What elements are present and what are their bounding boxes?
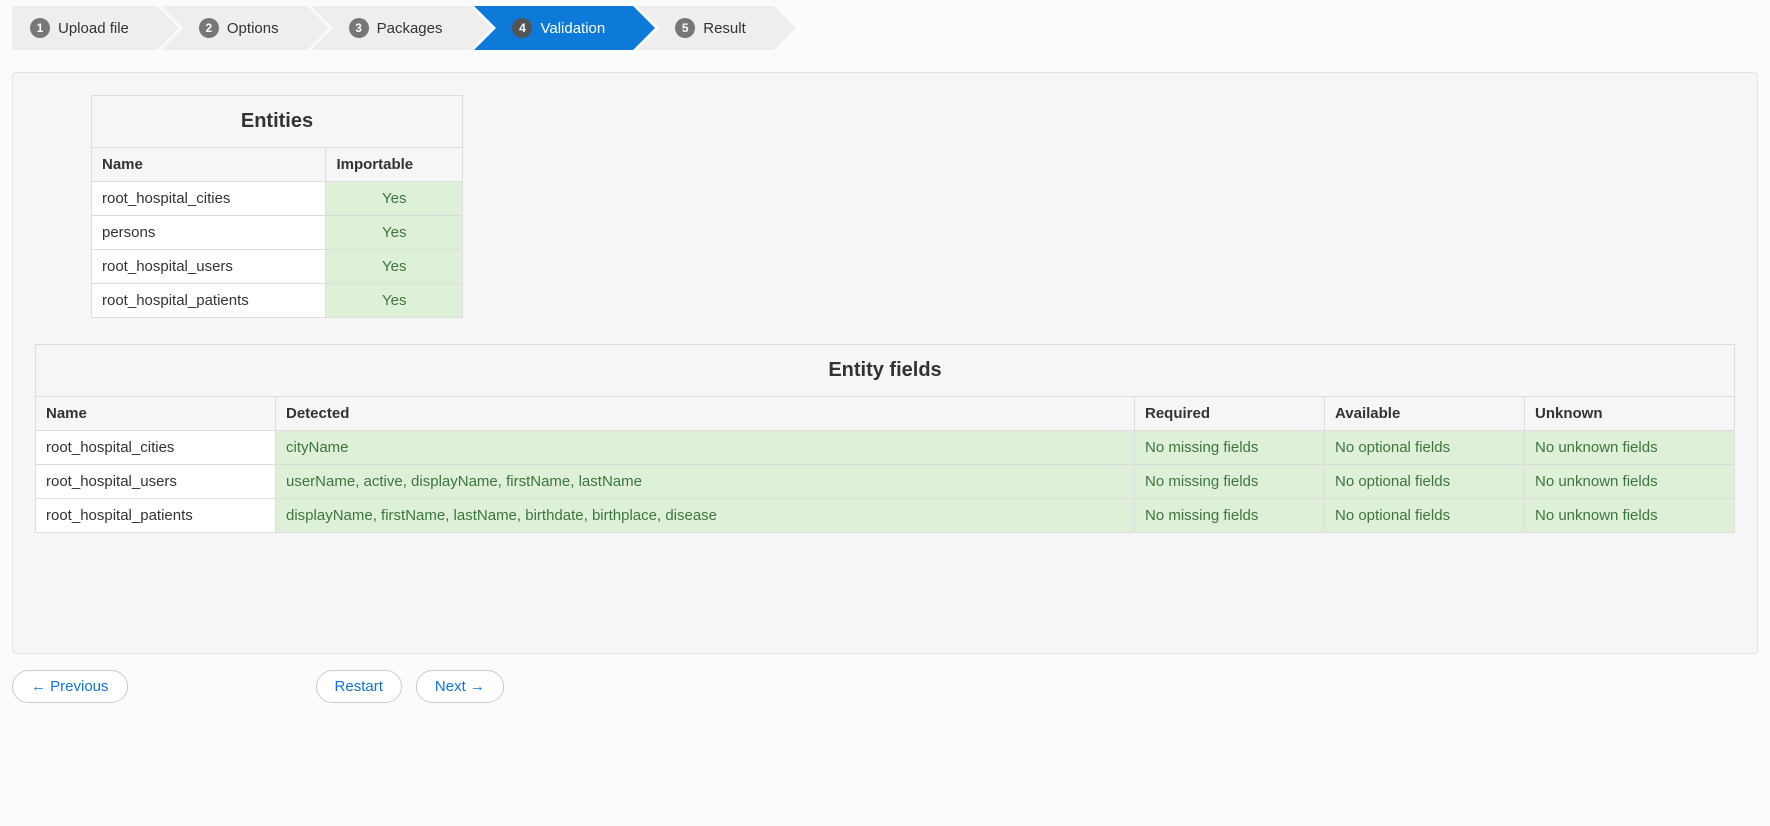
- field-entity-name: root_hospital_cities: [36, 431, 276, 465]
- step-result[interactable]: 5 Result: [637, 6, 774, 50]
- table-row: root_hospital_cities Yes: [92, 182, 463, 216]
- step-upload-file[interactable]: 1 Upload file: [12, 6, 157, 50]
- step-badge: 3: [349, 18, 369, 38]
- col-name: Name: [92, 148, 326, 182]
- col-importable: Importable: [326, 148, 463, 182]
- field-detected: displayName, firstName, lastName, birthd…: [276, 499, 1135, 533]
- entities-table: Entities Name Importable root_hospital_c…: [91, 95, 463, 318]
- step-badge: 2: [199, 18, 219, 38]
- table-row: root_hospital_patients displayName, firs…: [36, 499, 1735, 533]
- step-badge: 5: [675, 18, 695, 38]
- step-label: Result: [703, 20, 746, 37]
- wizard-steps: 1 Upload file 2 Options 3 Packages 4 Val…: [12, 6, 1758, 50]
- entity-fields-table: Entity fields Name Detected Required Ava…: [35, 344, 1735, 533]
- field-unknown: No unknown fields: [1525, 431, 1735, 465]
- step-options[interactable]: 2 Options: [161, 6, 307, 50]
- col-name: Name: [36, 397, 276, 431]
- entity-importable: Yes: [326, 182, 463, 216]
- field-available: No optional fields: [1325, 431, 1525, 465]
- previous-button[interactable]: ← Previous: [12, 670, 128, 703]
- table-header-row: Name Importable: [92, 148, 463, 182]
- field-detected: userName, active, displayName, firstName…: [276, 465, 1135, 499]
- field-entity-name: root_hospital_users: [36, 465, 276, 499]
- col-required: Required: [1135, 397, 1325, 431]
- step-label: Validation: [540, 20, 605, 37]
- col-available: Available: [1325, 397, 1525, 431]
- validation-panel: Entities Name Importable root_hospital_c…: [12, 72, 1758, 654]
- entity-name: root_hospital_users: [92, 250, 326, 284]
- field-entity-name: root_hospital_patients: [36, 499, 276, 533]
- step-label: Upload file: [58, 20, 129, 37]
- entity-name: root_hospital_patients: [92, 284, 326, 318]
- table-row: persons Yes: [92, 216, 463, 250]
- entity-importable: Yes: [326, 250, 463, 284]
- col-detected: Detected: [276, 397, 1135, 431]
- field-unknown: No unknown fields: [1525, 499, 1735, 533]
- table-row: root_hospital_users userName, active, di…: [36, 465, 1735, 499]
- step-packages[interactable]: 3 Packages: [311, 6, 471, 50]
- entity-importable: Yes: [326, 216, 463, 250]
- col-unknown: Unknown: [1525, 397, 1735, 431]
- field-available: No optional fields: [1325, 465, 1525, 499]
- field-available: No optional fields: [1325, 499, 1525, 533]
- step-badge: 4: [512, 18, 532, 38]
- entities-caption: Entities: [91, 95, 463, 147]
- next-button[interactable]: Next →: [416, 670, 504, 703]
- step-label: Packages: [377, 20, 443, 37]
- step-badge: 1: [30, 18, 50, 38]
- field-detected: cityName: [276, 431, 1135, 465]
- table-header-row: Name Detected Required Available Unknown: [36, 397, 1735, 431]
- restart-button[interactable]: Restart: [316, 670, 402, 703]
- entity-importable: Yes: [326, 284, 463, 318]
- field-required: No missing fields: [1135, 499, 1325, 533]
- entity-name: root_hospital_cities: [92, 182, 326, 216]
- footer-actions: ← Previous Restart Next →: [12, 670, 1758, 703]
- field-unknown: No unknown fields: [1525, 465, 1735, 499]
- fields-caption: Entity fields: [35, 344, 1735, 396]
- entity-name: persons: [92, 216, 326, 250]
- field-required: No missing fields: [1135, 465, 1325, 499]
- table-row: root_hospital_patients Yes: [92, 284, 463, 318]
- table-row: root_hospital_cities cityName No missing…: [36, 431, 1735, 465]
- step-validation[interactable]: 4 Validation: [474, 6, 633, 50]
- field-required: No missing fields: [1135, 431, 1325, 465]
- step-label: Options: [227, 20, 279, 37]
- table-row: root_hospital_users Yes: [92, 250, 463, 284]
